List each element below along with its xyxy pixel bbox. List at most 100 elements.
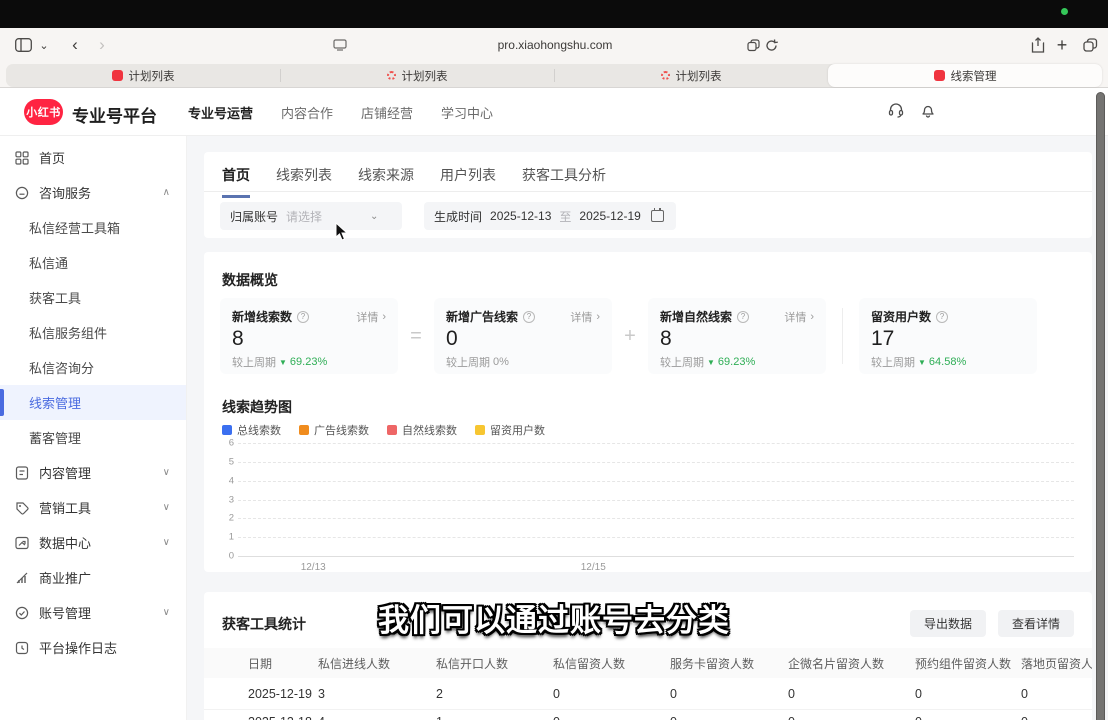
support-headset-icon[interactable] bbox=[888, 102, 904, 123]
table-header-row: 日期 私信进线人数 私信开口人数 私信留资人数 服务卡留资人数 企微名片留资人数… bbox=[204, 648, 1092, 678]
equals-operator: = bbox=[398, 325, 434, 348]
browser-tab-1[interactable]: 计划列表 bbox=[6, 64, 280, 87]
tab-lead-source[interactable]: 线索来源 bbox=[358, 165, 414, 198]
legend-ad-leads[interactable]: 广告线索数 bbox=[299, 422, 369, 438]
address-bar[interactable]: pro.xiaohongshu.com bbox=[400, 34, 710, 56]
sidebar-item-marketing-tools[interactable]: 营销工具 ∨ bbox=[0, 490, 186, 525]
tab-bar: 计划列表 计划列表 计划列表 线索管理 bbox=[6, 64, 1102, 87]
table-row-partial: 2025-12-18 4 1 0 0 0 0 0 bbox=[204, 710, 1092, 720]
nav-learning[interactable]: 学习中心 bbox=[441, 103, 493, 122]
new-tab-button[interactable]: + bbox=[1053, 33, 1071, 57]
gridline bbox=[238, 443, 1074, 444]
help-icon[interactable]: ? bbox=[523, 311, 535, 323]
stat-card-new-leads: 新增线索数 ? 详情› 8 较上周期▼69.23% bbox=[220, 298, 398, 374]
stat-title: 新增线索数 bbox=[232, 308, 292, 325]
stat-value: 8 bbox=[232, 327, 386, 351]
legend-swatch bbox=[475, 425, 485, 435]
stat-delta: 69.23% bbox=[290, 356, 327, 368]
sidebar-item-content-management[interactable]: 内容管理 ∨ bbox=[0, 455, 186, 490]
y-tick: 3 bbox=[222, 494, 234, 505]
forward-button[interactable]: › bbox=[93, 33, 111, 57]
stat-cards-row: 新增线索数 ? 详情› 8 较上周期▼69.23% = 新增广告线索 ? 详情›… bbox=[220, 298, 1076, 374]
copy-tab-icon[interactable] bbox=[744, 33, 762, 57]
loading-spinner-icon bbox=[661, 71, 670, 80]
browser-tab-2[interactable]: 计划列表 bbox=[280, 64, 554, 87]
help-icon[interactable]: ? bbox=[297, 311, 309, 323]
sidebar-item-business-promotion[interactable]: 商业推广 bbox=[0, 560, 186, 595]
product-title: 专业号平台 bbox=[72, 102, 157, 127]
tab-label: 计划列表 bbox=[129, 68, 175, 84]
tab-lead-list[interactable]: 线索列表 bbox=[276, 165, 332, 198]
tab-overview-icon[interactable] bbox=[1080, 33, 1100, 57]
legend-total-leads[interactable]: 总线索数 bbox=[222, 422, 281, 438]
data-icon bbox=[14, 536, 30, 550]
x-tick: 12/13 bbox=[301, 562, 326, 573]
chevron-down-icon: ∨ bbox=[163, 467, 170, 478]
xhs-favicon bbox=[934, 70, 945, 81]
chevron-right-icon: › bbox=[382, 311, 386, 323]
page-settings-icon[interactable] bbox=[331, 33, 349, 57]
nav-content-coop[interactable]: 内容合作 bbox=[281, 103, 333, 122]
trend-chart-title: 线索趋势图 bbox=[222, 397, 292, 417]
sidebar-item-dm-score[interactable]: 私信咨询分 bbox=[0, 350, 186, 385]
sidebar-item-dm-components[interactable]: 私信服务组件 bbox=[0, 315, 186, 350]
sidebar-item-customer-pool[interactable]: 蓄客管理 bbox=[0, 420, 186, 455]
browser-toolbar: ⌄ ‹ › pro.xiaohongshu.com + bbox=[0, 28, 1108, 61]
browser-tab-4-active[interactable]: 线索管理 bbox=[828, 64, 1102, 87]
filter-row: 归属账号 请选择 ⌄ 生成时间 2025-12-13 至 2025-12-19 bbox=[220, 202, 676, 230]
stat-title: 新增自然线索 bbox=[660, 308, 732, 325]
gridline bbox=[238, 537, 1074, 538]
detail-link[interactable]: 详情› bbox=[784, 309, 814, 325]
tab-user-list[interactable]: 用户列表 bbox=[440, 165, 496, 198]
tab-home[interactable]: 首页 bbox=[222, 165, 250, 198]
stat-value: 8 bbox=[660, 327, 814, 351]
nav-operation[interactable]: 专业号运营 bbox=[188, 103, 253, 122]
sidebar-toggle-icon[interactable] bbox=[12, 33, 34, 57]
legend-swatch bbox=[299, 425, 309, 435]
gridline bbox=[238, 481, 1074, 482]
macos-menubar bbox=[0, 0, 1108, 28]
account-select[interactable]: 归属账号 请选择 ⌄ bbox=[220, 202, 402, 230]
chevron-down-icon: ∨ bbox=[163, 502, 170, 513]
stat-value: 17 bbox=[871, 327, 1025, 351]
loading-spinner-icon bbox=[387, 71, 396, 80]
sidebar-item-dm-toolbox[interactable]: 私信经营工具箱 bbox=[0, 210, 186, 245]
browser-tab-3[interactable]: 计划列表 bbox=[554, 64, 828, 87]
sidebar-item-dm-tong[interactable]: 私信通 bbox=[0, 245, 186, 280]
tab-label: 线索管理 bbox=[951, 68, 997, 84]
tab-tool-analysis[interactable]: 获客工具分析 bbox=[522, 165, 606, 198]
stat-card-ad-leads: 新增广告线索 ? 详情› 0 较上周期0% bbox=[434, 298, 612, 374]
sidebar-item-home[interactable]: 首页 bbox=[0, 140, 186, 175]
sidebar-chevron-icon[interactable]: ⌄ bbox=[36, 33, 52, 57]
chevron-down-icon: ∨ bbox=[163, 537, 170, 548]
share-icon[interactable] bbox=[1028, 33, 1048, 57]
plus-operator: + bbox=[612, 325, 648, 348]
y-tick: 0 bbox=[222, 551, 234, 562]
legend-swatch bbox=[387, 425, 397, 435]
bell-icon[interactable] bbox=[920, 102, 936, 123]
browser-chrome: ⌄ ‹ › pro.xiaohongshu.com + 计划列表 计划列表 bbox=[0, 28, 1108, 88]
date-range-picker[interactable]: 生成时间 2025-12-13 至 2025-12-19 bbox=[424, 202, 676, 230]
detail-link[interactable]: 详情› bbox=[356, 309, 386, 325]
legend-retained-users[interactable]: 留资用户数 bbox=[475, 422, 545, 438]
vertical-scrollbar[interactable] bbox=[1096, 92, 1105, 720]
stat-card-organic-leads: 新增自然线索 ? 详情› 8 较上周期▼69.23% bbox=[648, 298, 826, 374]
y-tick: 5 bbox=[222, 456, 234, 467]
chevron-right-icon: › bbox=[596, 311, 600, 323]
reload-icon[interactable] bbox=[762, 33, 780, 57]
help-icon[interactable]: ? bbox=[737, 311, 749, 323]
nav-shop[interactable]: 店铺经营 bbox=[361, 103, 413, 122]
sidebar-item-lead-tools[interactable]: 获客工具 bbox=[0, 280, 186, 315]
back-button[interactable]: ‹ bbox=[66, 33, 84, 57]
sidebar-item-consult-service[interactable]: 咨询服务 ∧ bbox=[0, 175, 186, 210]
y-tick: 6 bbox=[222, 438, 234, 449]
legend-organic-leads[interactable]: 自然线索数 bbox=[387, 422, 457, 438]
detail-link[interactable]: 详情› bbox=[570, 309, 600, 325]
sidebar-item-lead-management[interactable]: 线索管理 bbox=[0, 385, 186, 420]
overview-card: 数据概览 新增线索数 ? 详情› 8 较上周期▼69.23% = 新增广告线索 … bbox=[204, 252, 1092, 572]
gridline bbox=[238, 518, 1074, 519]
sidebar-item-data-center[interactable]: 数据中心 ∨ bbox=[0, 525, 186, 560]
grid-icon bbox=[14, 151, 30, 165]
help-icon[interactable]: ? bbox=[936, 311, 948, 323]
xiaohongshu-logo[interactable]: 小红书 bbox=[24, 99, 63, 125]
